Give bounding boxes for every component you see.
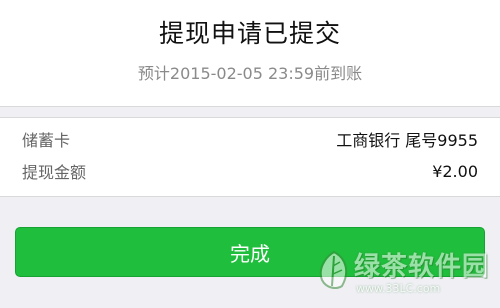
withdrawal-submitted-screen: 提现申请已提交 预计2015-02-05 23:59前到账 储蓄卡 工商银行 尾… [0, 0, 500, 308]
amount-label: 提现金额 [22, 163, 87, 182]
done-button[interactable]: 完成 [15, 227, 485, 277]
status-header: 提现申请已提交 预计2015-02-05 23:59前到账 [0, 0, 500, 107]
detail-row-card: 储蓄卡 工商银行 尾号9955 [22, 126, 478, 152]
detail-row-amount: 提现金额 ¥2.00 [22, 158, 478, 184]
withdrawal-details-card: 储蓄卡 工商银行 尾号9955 提现金额 ¥2.00 [0, 117, 500, 197]
bank-card-value: 工商银行 尾号9955 [336, 131, 478, 150]
arrival-estimate: 预计2015-02-05 23:59前到账 [137, 64, 363, 83]
page-title: 提现申请已提交 [158, 19, 341, 48]
card-type-label: 储蓄卡 [22, 131, 71, 150]
amount-value: ¥2.00 [432, 161, 478, 181]
watermark-url: www.33LC.com [356, 282, 441, 295]
